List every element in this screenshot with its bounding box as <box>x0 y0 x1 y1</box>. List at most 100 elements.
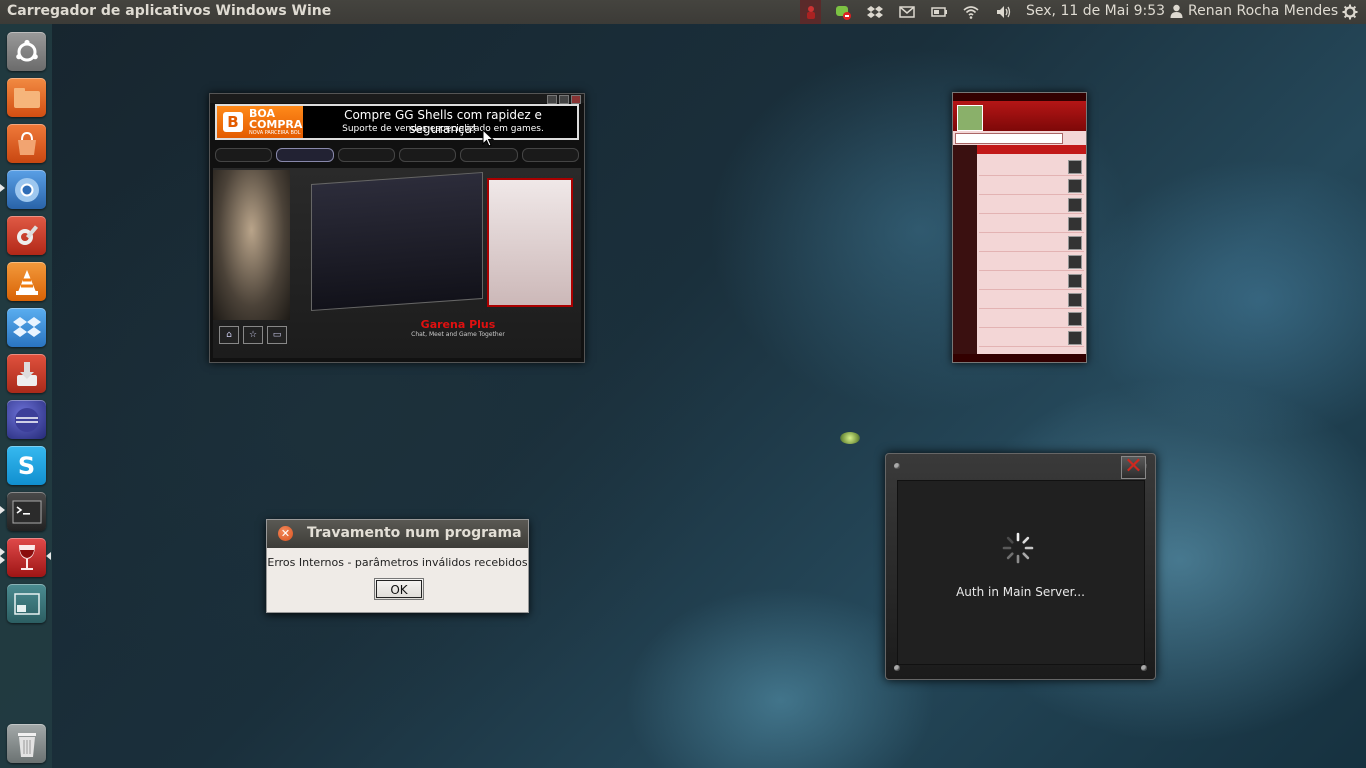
garena-side-icons: ⌂ ☆ ▭ <box>217 326 289 356</box>
rivet <box>1141 665 1147 671</box>
minimize-button[interactable] <box>547 95 557 104</box>
ad-banner[interactable]: B BOA COMPRA NOVA PARCEIRA BOL Compre GG… <box>215 104 579 140</box>
boa-compra-logo: B BOA COMPRA NOVA PARCEIRA BOL <box>217 106 303 138</box>
home-icon[interactable]: ⌂ <box>219 326 239 344</box>
game-icon <box>1068 255 1082 269</box>
mouse-cursor-icon <box>482 129 494 147</box>
chromium-icon[interactable] <box>7 170 46 209</box>
friends-titlebar[interactable] <box>953 93 1086 101</box>
garena-plus-preview-image <box>487 178 573 307</box>
game-icon <box>1068 274 1082 288</box>
close-button[interactable]: ✕ <box>1121 456 1146 479</box>
running-indicator <box>0 548 5 556</box>
mail-icon[interactable] <box>896 0 918 24</box>
auth-window[interactable]: ✕ Auth in Main Server... <box>885 453 1156 680</box>
user-name: Renan Rocha Mendes <box>1188 3 1339 19</box>
wine-icon[interactable] <box>7 538 46 577</box>
list-item[interactable] <box>979 290 1084 309</box>
loading-spinner-icon <box>1002 532 1034 564</box>
friends-search-input[interactable] <box>955 133 1063 144</box>
garena-plus-tagline: Chat, Meet and Game Together <box>411 331 505 338</box>
software-center-icon[interactable] <box>7 124 46 163</box>
nav-tab[interactable] <box>398 148 457 162</box>
list-item[interactable] <box>979 328 1084 347</box>
nav-tab-active[interactable] <box>276 148 334 162</box>
logo-line-3: NOVA PARCEIRA BOL <box>249 130 301 136</box>
dropbox-icon[interactable] <box>864 0 886 24</box>
garena-titlebar[interactable] <box>210 94 584 104</box>
maximize-button[interactable] <box>559 95 569 104</box>
clock[interactable]: Sex, 11 de Mai 9:53 <box>1026 3 1165 19</box>
list-item[interactable] <box>979 214 1084 233</box>
update-manager-icon[interactable] <box>7 354 46 393</box>
list-item[interactable] <box>979 252 1084 271</box>
ok-button[interactable]: OK <box>374 578 424 600</box>
dialog-message: Erros Internos - parâmetros inválidos re… <box>267 556 528 569</box>
nav-tab[interactable] <box>337 148 395 162</box>
workspace-switcher-icon[interactable] <box>7 584 46 623</box>
trash-icon[interactable] <box>7 724 46 763</box>
files-icon[interactable] <box>7 78 46 117</box>
terminal-icon[interactable] <box>7 492 46 531</box>
active-app-title: Carregador de aplicativos Windows Wine <box>7 3 332 19</box>
nav-tab[interactable] <box>460 148 518 162</box>
game-icon <box>1068 331 1082 345</box>
running-indicator <box>0 184 5 192</box>
list-item[interactable] <box>979 233 1084 252</box>
auth-panel <box>897 480 1145 665</box>
friends-sidebar <box>953 145 977 355</box>
game-icon <box>1068 160 1082 174</box>
warrior-portrait-image <box>213 170 290 320</box>
close-button[interactable] <box>571 95 581 104</box>
chat-bubble-icon[interactable]: ▭ <box>267 326 287 344</box>
friends-profile-header <box>953 101 1086 131</box>
crash-dialog[interactable]: ✕ Travamento num programa Erros Internos… <box>266 519 529 613</box>
vlc-icon[interactable] <box>7 262 46 301</box>
friends-list <box>979 157 1084 347</box>
list-item[interactable] <box>979 309 1084 328</box>
user-icon <box>1170 4 1183 18</box>
gear-icon[interactable] <box>1338 0 1362 24</box>
game-icon <box>1068 217 1082 231</box>
rivet <box>894 463 900 469</box>
app-indicator-icon[interactable] <box>800 0 821 24</box>
garena-plus-brand: Garena Plus <box>420 318 496 331</box>
list-item[interactable] <box>979 195 1084 214</box>
top-panel: Carregador de aplicativos Windows Wine S… <box>0 0 1366 24</box>
launcher: S <box>0 24 52 768</box>
boa-compra-mark-icon: B <box>223 112 243 132</box>
running-indicator <box>0 556 5 564</box>
desktop-wallpaper <box>0 0 1366 768</box>
game-icon <box>1068 236 1082 250</box>
ubuntu-dash-icon[interactable] <box>7 32 46 71</box>
list-item[interactable] <box>979 271 1084 290</box>
avatar[interactable] <box>957 105 983 131</box>
wallpaper-eye <box>840 432 860 444</box>
close-icon[interactable]: ✕ <box>278 526 293 541</box>
chat-icon[interactable] <box>832 0 854 24</box>
game-icon <box>1068 179 1082 193</box>
dialog-title: Travamento num programa <box>307 525 522 541</box>
user-menu[interactable]: Renan Rocha Mendes <box>1170 3 1338 19</box>
nav-tab[interactable] <box>521 148 579 162</box>
dropbox-icon[interactable] <box>7 308 46 347</box>
game-icon <box>1068 312 1082 326</box>
garena-plus-friends-window[interactable] <box>952 92 1087 363</box>
nav-tab[interactable] <box>215 148 273 162</box>
battery-icon[interactable] <box>928 0 950 24</box>
dialog-titlebar[interactable]: ✕ Travamento num programa <box>267 520 528 548</box>
volume-icon[interactable] <box>992 0 1014 24</box>
star-icon[interactable]: ☆ <box>243 326 263 344</box>
garena-content: ⌂ ☆ ▭ Garena Plus Chat, Meet and Game To… <box>213 168 581 358</box>
auth-status-text: Auth in Main Server... <box>956 585 1085 599</box>
wifi-icon[interactable] <box>960 0 982 24</box>
skype-icon[interactable]: S <box>7 446 46 485</box>
garena-lan-window[interactable]: B BOA COMPRA NOVA PARCEIRA BOL Compre GG… <box>209 93 585 363</box>
eclipse-icon[interactable] <box>7 400 46 439</box>
focused-indicator <box>46 552 51 560</box>
game-icon <box>1068 198 1082 212</box>
list-item[interactable] <box>979 157 1084 176</box>
list-item[interactable] <box>979 176 1084 195</box>
system-settings-icon[interactable] <box>7 216 46 255</box>
logo-line-2: COMPRA <box>249 118 303 131</box>
